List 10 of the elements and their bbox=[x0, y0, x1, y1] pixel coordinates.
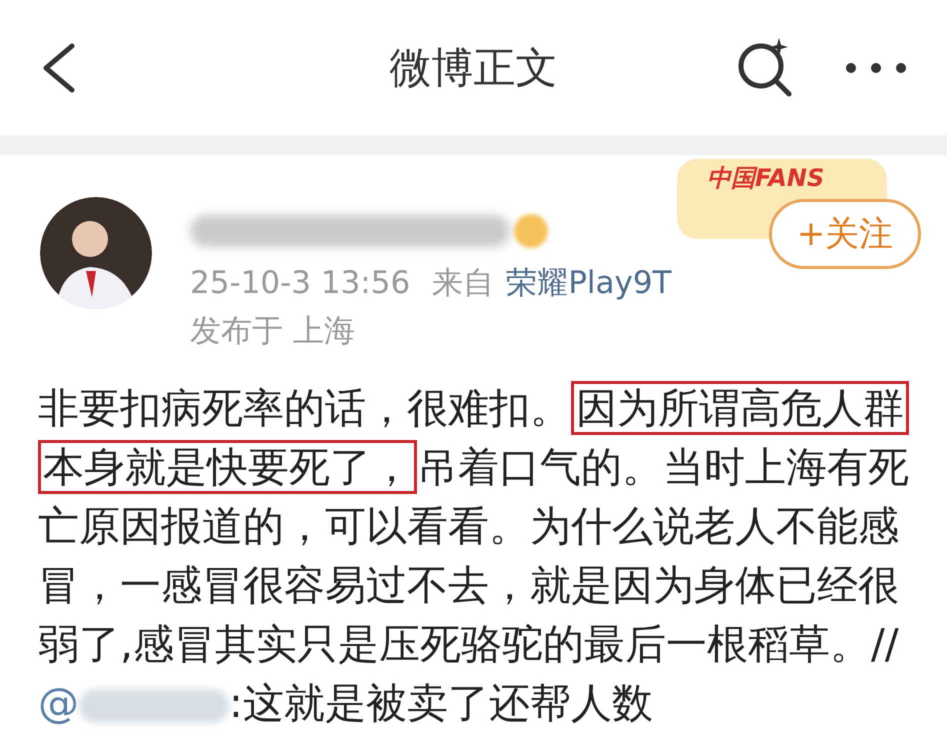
more-icon[interactable] bbox=[845, 62, 907, 74]
source-link[interactable]: 荣耀Play9T bbox=[506, 263, 672, 303]
post-text: 非要扣病死率的话，很难扣。因为所谓高危人群本身就是快要死了，吊着口气的。当时上海有死亡原因报道的，可以看看。为什么说老人不能感冒，一感冒很容易过不去，就是因为身体已经很弱了,感冒其实只是压死骆驼的最后一根稻草。// @ :这就是被卖了还帮人数 bbox=[38, 379, 913, 733]
source-label: 来自 bbox=[432, 264, 494, 303]
post-location: 发布于 上海 bbox=[190, 312, 356, 351]
page-title: 微博正文 bbox=[390, 42, 558, 94]
badge-icon bbox=[514, 214, 548, 248]
follow-button[interactable]: +关注 bbox=[769, 199, 921, 269]
avatar[interactable] bbox=[40, 197, 152, 309]
post-time: 25-10-3 13:56 bbox=[190, 264, 410, 303]
